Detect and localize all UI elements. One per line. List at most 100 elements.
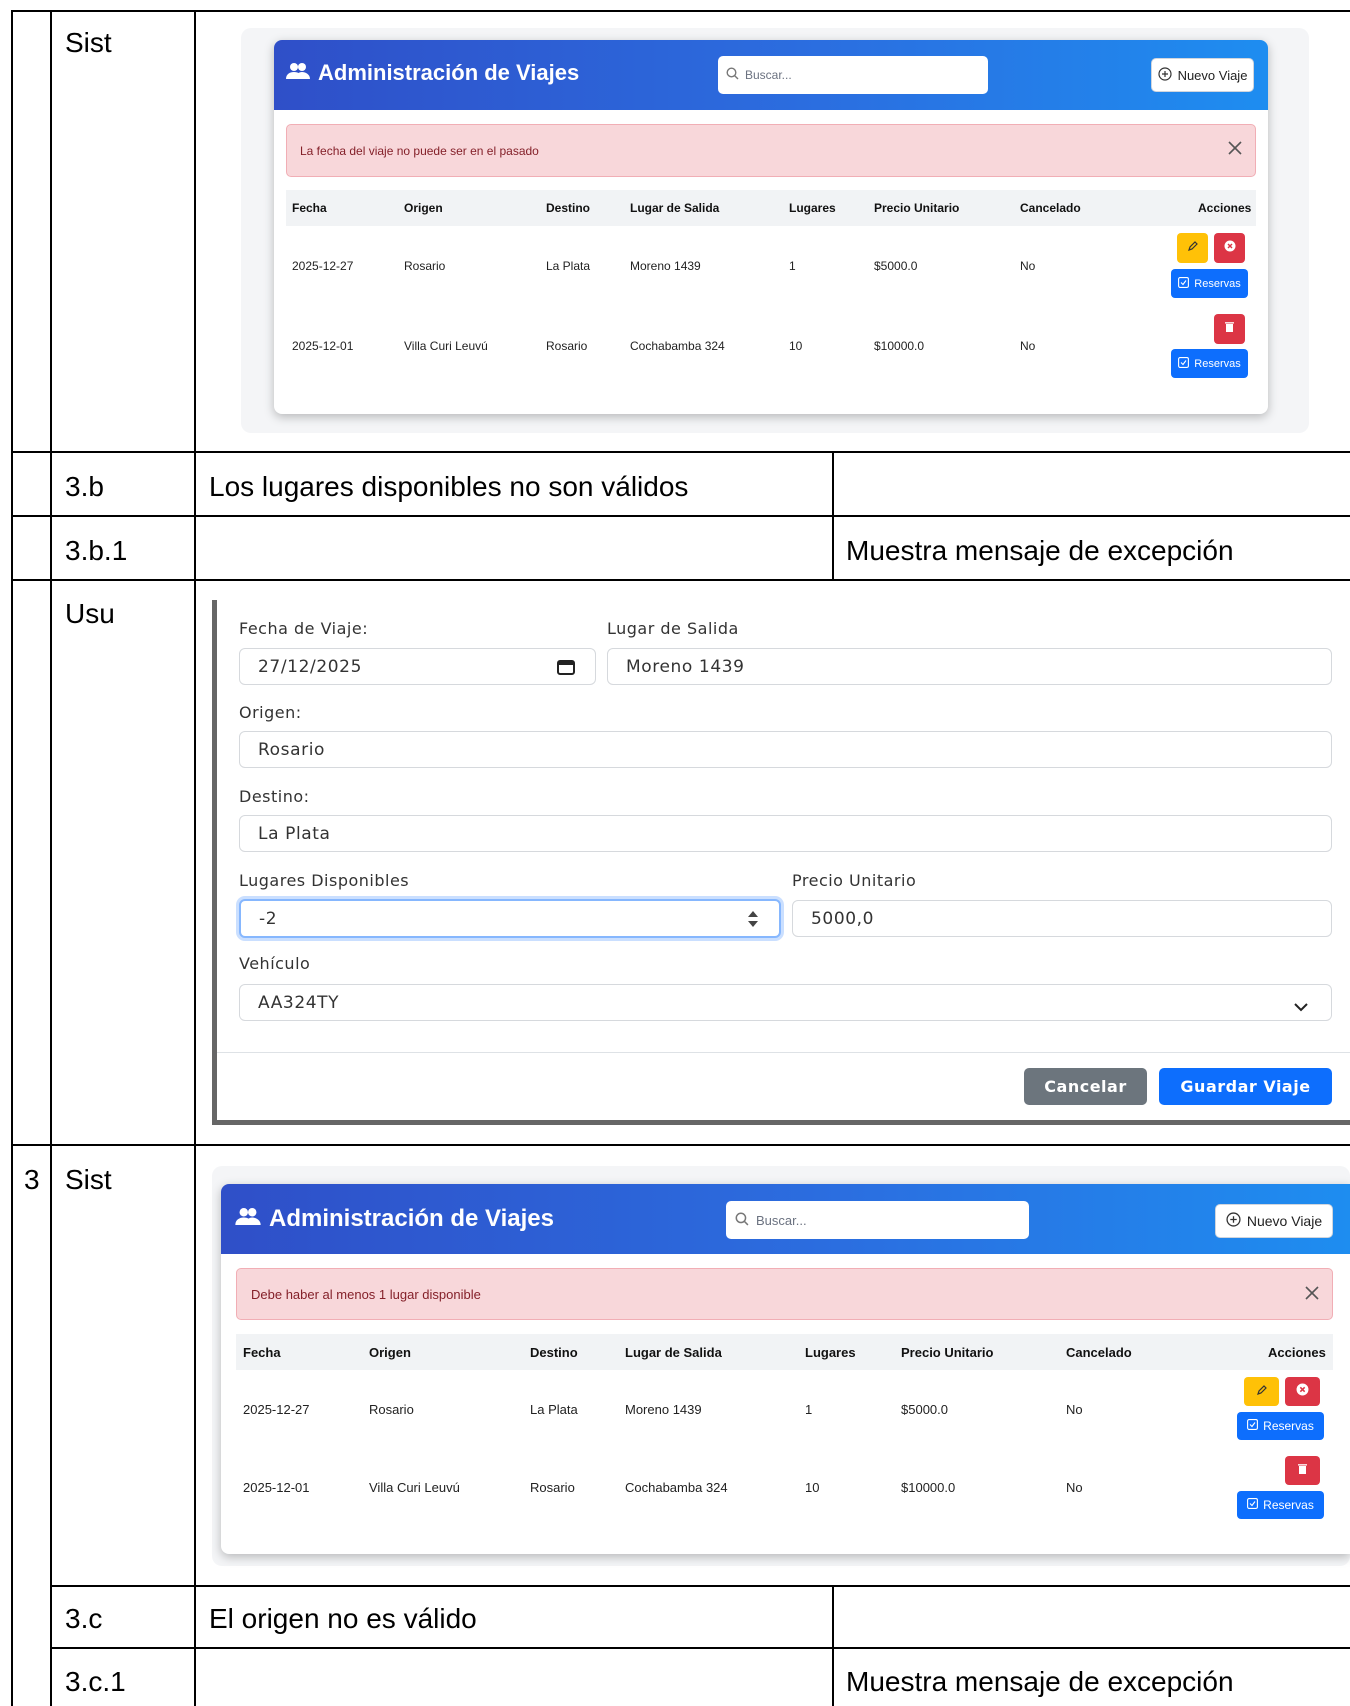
new-trip-button[interactable]: Nuevo Viaje [1151,58,1254,92]
new-trip-button[interactable]: Nuevo Viaje [1215,1204,1333,1238]
calendar-icon[interactable] [557,659,575,680]
origin-field[interactable]: Rosario [239,731,1332,768]
unit-price-label: Precio Unitario [792,871,917,890]
edit-button[interactable] [1244,1377,1279,1406]
column-header: Cancelado [1066,1345,1132,1360]
available-seats-label: Lugares Disponibles [239,871,410,890]
step-cell: 3.c [65,1603,103,1634]
table-cell: Cochabamba 324 [630,339,725,353]
app-header: Administración de Viajes Buscar... Nuevo… [221,1184,1350,1254]
reservations-button[interactable]: Reservas [1237,1412,1324,1440]
column-header: Origen [404,201,443,215]
row-divider [11,515,1350,517]
row-divider [11,10,1350,12]
check-square-icon [1178,356,1190,371]
table-cell: No [1020,339,1036,353]
available-seats-field[interactable]: -2 [239,899,781,938]
table-cell: La Plata [530,1402,578,1417]
cancel-button[interactable]: Cancelar [1024,1068,1147,1105]
alert-message: Debe haber al menos 1 lugar disponible [251,1286,481,1302]
table-cell: No [1066,1480,1083,1495]
description-cell: Los lugares disponibles no son válidos [209,471,689,502]
response-cell: Muestra mensaje de excepción [846,1666,1234,1697]
table-cell: Rosario [404,259,446,273]
actor-cell: Usu [65,598,115,629]
check-square-icon [1247,1419,1259,1433]
column-divider [11,10,13,1706]
delete-button[interactable] [1214,314,1245,344]
table-cell: Cochabamba 324 [625,1480,728,1495]
destination-field[interactable]: La Plata [239,815,1332,852]
column-header: Origen [369,1345,411,1360]
table-cell: $10000.0 [874,339,925,353]
reservations-button[interactable]: Reservas [1171,349,1248,378]
reservations-button[interactable]: Reservas [1171,269,1248,298]
table-cell: Rosario [369,1402,414,1417]
column-header: Cancelado [1020,201,1081,215]
vehicle-label: Vehículo [239,954,311,973]
column-divider [832,1585,834,1706]
column-divider [194,10,196,1706]
column-header: Acciones [1268,1345,1326,1360]
column-divider [50,10,52,1706]
search-input[interactable]: Buscar... [726,1201,1029,1239]
row-divider [11,1144,1350,1146]
column-header: Precio Unitario [874,201,960,215]
step-cell: 3.b.1 [65,535,128,566]
table-cell: 10 [805,1480,820,1495]
date-field[interactable]: 27/12/2025 [239,648,596,685]
vehicle-select[interactable]: AA324TY [239,984,1332,1021]
cancel-trip-button[interactable] [1285,1377,1320,1406]
close-icon[interactable] [1304,1285,1320,1304]
trip-form-screenshot: Fecha de Viaje: 27/12/2025 Lugar de Sali… [212,600,1350,1125]
origin-label: Origen: [239,703,302,722]
app-header: Administración de Viajes Buscar... Nuevo… [274,40,1268,110]
column-header: Fecha [243,1345,281,1360]
save-trip-button[interactable]: Guardar Viaje [1159,1068,1332,1105]
actor-cell: Sist [65,27,112,58]
destination-label: Destino: [239,787,310,806]
unit-price-field[interactable]: 5000,0 [792,900,1332,937]
table-cell: Villa Curi Leuvú [404,339,488,353]
table-cell: No [1066,1402,1083,1417]
pencil-icon [1256,1383,1268,1401]
reservations-button[interactable]: Reservas [1237,1491,1324,1519]
delete-button[interactable] [1285,1456,1320,1485]
column-header: Lugar de Salida [630,201,720,215]
x-circle-icon [1296,1383,1309,1401]
close-icon[interactable] [1227,140,1243,159]
search-input[interactable]: Buscar... [718,56,988,94]
users-icon [235,1205,261,1233]
row-divider [50,1647,1350,1649]
pencil-icon [1187,239,1199,257]
table-cell: Villa Curi Leuvú [369,1480,460,1495]
table-cell: La Plata [546,259,591,273]
departure-place-label: Lugar de Salida [607,619,739,638]
step-cell: 3.c.1 [65,1666,126,1697]
chevron-down-icon [1293,997,1309,1017]
row-divider [11,579,1350,581]
search-placeholder: Buscar... [745,68,792,82]
plus-circle-icon [1226,1212,1241,1230]
cancel-trip-button[interactable] [1214,233,1245,263]
table-cell: 2025-12-01 [292,339,354,353]
column-header: Lugar de Salida [625,1345,722,1360]
table-cell: Rosario [546,339,588,353]
table-cell: 2025-12-27 [292,259,354,273]
error-alert: La fecha del viaje no puede ser en el pa… [286,124,1256,177]
table-cell: Rosario [530,1480,575,1495]
error-alert: Debe haber al menos 1 lugar disponible [236,1268,1333,1320]
table-cell: 10 [789,339,803,353]
spinner-arrows-icon[interactable] [747,909,759,934]
departure-place-field[interactable]: Moreno 1439 [607,648,1332,685]
table-cell: 2025-12-27 [243,1402,310,1417]
row-divider [50,1585,1350,1587]
edit-button[interactable] [1177,233,1208,263]
column-header: Acciones [1198,201,1252,215]
table-cell: $5000.0 [874,259,918,273]
search-icon [735,1212,749,1229]
actor-cell: Sist [65,1164,112,1195]
column-header: Destino [546,201,591,215]
search-placeholder: Buscar... [756,1212,807,1228]
table-cell: Moreno 1439 [630,259,701,273]
